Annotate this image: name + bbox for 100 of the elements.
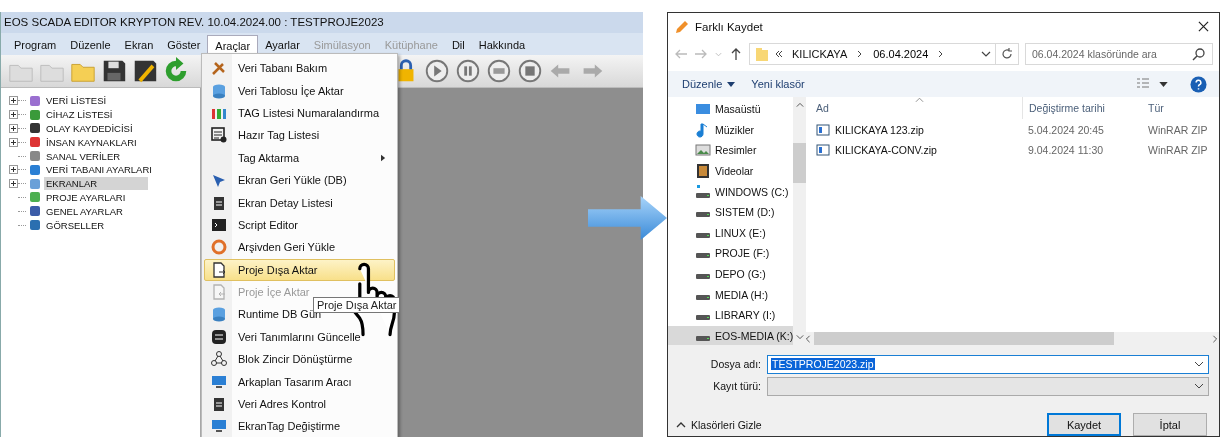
expand-icon[interactable] — [9, 179, 18, 189]
db-icon — [211, 82, 227, 99]
stop-icon[interactable] — [516, 57, 544, 85]
navigation-item[interactable]: WINDOWS (C:) — [668, 181, 794, 202]
menu-item[interactable]: Araçlar — [207, 35, 259, 55]
file-name-field[interactable]: TESTPROJE2023.zip — [767, 354, 1209, 374]
navigation-item[interactable]: EOS-MEDIA (K:) — [668, 325, 794, 347]
navigation-item[interactable]: LIBRARY (I:) — [668, 304, 794, 326]
drive-icon — [695, 293, 711, 301]
menu-item[interactable]: Proje Dışa Aktar — [204, 258, 395, 281]
navigation-item[interactable]: LINUX (E:) — [668, 222, 794, 244]
drive-icon — [695, 231, 711, 239]
menu-item[interactable]: Hazır Tag Listesi — [204, 124, 327, 147]
search-field[interactable]: 06.04.2024 klasöründe ara — [1025, 43, 1213, 66]
tree-item[interactable]: GENEL AYARLAR — [44, 204, 125, 218]
tree-item[interactable]: PROJE AYARLARI — [44, 190, 128, 204]
scroll-thumb[interactable] — [814, 332, 1114, 345]
pause-icon[interactable] — [454, 57, 482, 85]
navigation-item[interactable]: SISTEM (D:) — [668, 201, 794, 223]
menu-item[interactable]: Hakkında — [471, 35, 533, 55]
scroll-right-icon[interactable] — [1211, 334, 1219, 343]
menu-item[interactable]: Ekran Detay Listesi — [204, 191, 340, 214]
navigation-item[interactable]: Videolar — [668, 160, 794, 182]
play-icon[interactable] — [423, 57, 451, 85]
breadcrumb[interactable]: 06.04.2024 — [869, 48, 933, 61]
dropdown-caret-icon[interactable] — [1194, 381, 1204, 391]
menu-item[interactable]: Ekran — [117, 35, 161, 55]
menu-item[interactable]: Arkaplan Tasarım Aracı — [204, 370, 359, 393]
navigation-item[interactable]: MEDIA (H:) — [668, 284, 794, 305]
menu-item[interactable]: Ekran Geri Yükle (DB) — [204, 168, 354, 192]
menu-item[interactable]: Veri Tabanı Bakım — [204, 57, 335, 80]
menu-item[interactable]: Veri Tablosu İçe Aktar — [204, 79, 351, 102]
file-name[interactable]: KILICKAYA-CONV.zip — [835, 144, 937, 156]
close-icon[interactable] — [1198, 21, 1209, 33]
dropdown-caret-icon[interactable] — [1194, 359, 1204, 369]
list-icon — [211, 127, 227, 144]
pencil-icon — [674, 18, 690, 35]
organize-button[interactable]: Düzenle — [678, 76, 740, 93]
refresh-icon[interactable] — [1000, 47, 1014, 62]
column-header[interactable]: Ad — [800, 97, 1022, 119]
navigation-item[interactable]: Resimler — [668, 140, 794, 161]
menu-item[interactable]: Tag Aktarma — [204, 146, 395, 169]
expand-icon[interactable] — [9, 96, 18, 106]
file-date: 5.04.2024 20:45 — [1027, 124, 1105, 136]
expand-icon[interactable] — [9, 124, 18, 133]
menu-item[interactable]: Veri Adres Kontrol — [204, 392, 334, 416]
tree-item[interactable]: İNSAN KAYNAKLARI — [44, 135, 139, 149]
drive-icon — [695, 211, 711, 219]
menu-item[interactable]: Düzenle — [63, 35, 118, 55]
hide-folders-button[interactable]: Klasörleri Gizle — [674, 416, 764, 433]
tree-item[interactable]: VERİ TABANI AYARLARI — [44, 163, 154, 177]
file-name[interactable]: KILICKAYA 123.zip — [835, 124, 924, 136]
scrollbar[interactable] — [804, 332, 1219, 345]
menu-item[interactable]: TAG Listesi Numaralandırma — [204, 101, 386, 125]
scroll-thumb[interactable] — [793, 143, 807, 183]
right-arrow-icon — [588, 195, 667, 241]
menu-item[interactable]: Dil — [444, 35, 472, 55]
expand-icon[interactable] — [9, 165, 18, 175]
tree-item[interactable]: VERİ LİSTESİ — [44, 94, 109, 108]
address-bar[interactable]: KILICKAYA 06.04.2024 — [749, 43, 1019, 66]
navigation-item[interactable]: Müzikler — [668, 119, 794, 141]
navigation-item[interactable]: DEPO (G:) — [668, 263, 794, 285]
reset-icon[interactable] — [485, 57, 513, 85]
zip-file-icon — [816, 123, 830, 137]
export-icon — [211, 261, 227, 278]
tree-icon — [29, 163, 41, 176]
column-header[interactable]: Tür — [1142, 97, 1219, 119]
tree-item[interactable]: GÖRSELLER — [44, 218, 107, 232]
expand-icon[interactable] — [9, 137, 18, 147]
column-header[interactable]: Değiştirme tarihi — [1022, 97, 1142, 119]
up-icon[interactable] — [729, 47, 743, 62]
menu-item[interactable]: Göster — [160, 35, 208, 55]
tree-item[interactable]: CİHAZ LİSTESİ — [44, 108, 115, 122]
menu-item[interactable]: Veri Tanımlarını Güncelle — [204, 325, 368, 349]
menu-item[interactable]: EkranTag Değiştirme — [204, 415, 348, 437]
scroll-left-icon[interactable] — [804, 334, 812, 343]
save-button[interactable]: Kaydet — [1047, 413, 1121, 436]
expand-icon[interactable] — [9, 110, 18, 120]
menu-item[interactable]: Arşivden Geri Yükle — [204, 236, 342, 259]
tree-icon — [29, 177, 41, 190]
drive-icon — [695, 183, 711, 200]
navigation-item[interactable]: Masaüstü — [668, 99, 794, 120]
scroll-down-icon[interactable] — [795, 333, 804, 341]
new-folder-button[interactable]: Yeni klasör — [747, 76, 809, 93]
tree-item[interactable]: SANAL VERİLER — [44, 149, 123, 163]
tools-icon — [211, 60, 227, 77]
menu-item[interactable]: Blok Zincir Dönüştürme — [204, 348, 360, 371]
menu-item[interactable]: Ayarlar — [258, 35, 307, 55]
menu-item[interactable]: Program — [7, 35, 64, 55]
tree-item[interactable]: OLAY KAYDEDİCİSİ — [44, 122, 135, 135]
tree-item[interactable]: EKRANLAR — [44, 177, 148, 191]
cancel-button[interactable]: İptal — [1133, 413, 1207, 436]
help-icon[interactable] — [1190, 75, 1207, 93]
zip-file-icon — [816, 143, 830, 157]
caret-icon[interactable] — [1159, 81, 1168, 87]
scroll-up-icon[interactable] — [795, 101, 804, 109]
breadcrumb[interactable]: KILICKAYA — [788, 48, 852, 61]
menu-item[interactable]: Script Editor — [204, 213, 305, 237]
scrollbar[interactable] — [793, 97, 807, 345]
navigation-item[interactable]: PROJE (F:) — [668, 243, 794, 264]
